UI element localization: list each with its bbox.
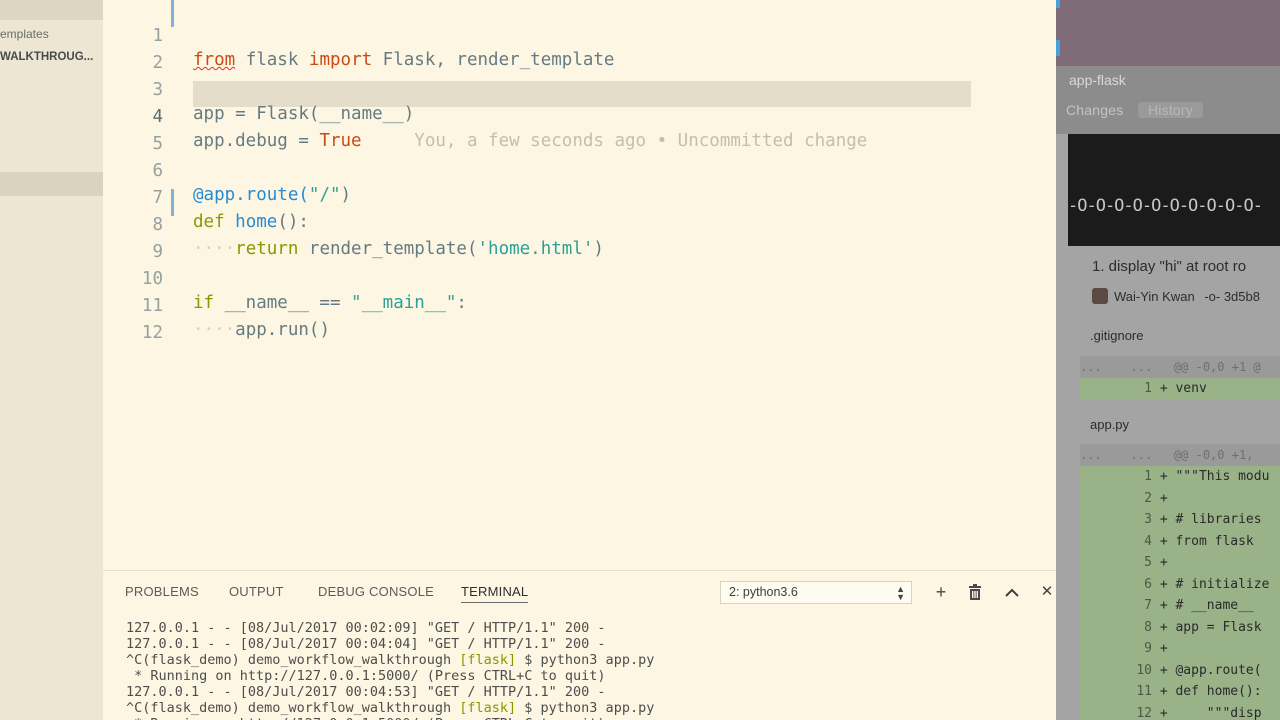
git-panel-header: app-flask Changes History (1056, 66, 1280, 134)
diff-line: 9 + (1080, 638, 1280, 660)
commit-graph-nodes: -O-O-O-O-O-O-O-O-O-O- (1068, 196, 1263, 216)
bottom-panel: PROBLEMS OUTPUT DEBUG CONSOLE TERMINAL 2… (103, 570, 1070, 720)
diff-line: 3 + # libraries (1080, 509, 1280, 531)
code-line-11: 11 ····app.run() (103, 270, 1055, 340)
diff-hunk-header: ... ... @@ -0,0 +1, (1080, 444, 1280, 466)
terminal-line: 127.0.0.1 - - [08/Jul/2017 00:02:09] "GE… (126, 620, 606, 636)
terminal-line: ^C(flask_demo) demo_workflow_walkthrough… (126, 652, 655, 668)
diff-line: 10 + @app.route( (1080, 659, 1280, 681)
terminal-output[interactable]: 127.0.0.1 - - [08/Jul/2017 00:02:09] "GE… (126, 620, 1056, 720)
diff-line: 8 + app = Flask (1080, 616, 1280, 638)
terminal-line: 127.0.0.1 - - [08/Jul/2017 00:04:53] "GE… (126, 684, 606, 700)
tab-terminal[interactable]: TERMINAL (461, 584, 529, 603)
sidebar-selected-item[interactable] (0, 172, 103, 196)
maximize-panel-icon[interactable] (1001, 581, 1023, 603)
terminal-select-value: 2: python3.6 (729, 585, 798, 599)
terminal-line: * Running on http://127.0.0.1:5000/ (Pre… (126, 668, 606, 684)
code-line-1: 1 from flask import Flask, render_templa… (103, 0, 1055, 70)
repo-name: app-flask (1069, 72, 1126, 88)
diff-file-gitignore[interactable]: .gitignore (1090, 328, 1143, 343)
sidebar-header (0, 0, 103, 20)
code-line-7: 7 def home(): (103, 162, 1055, 232)
scroll-marker (1056, 40, 1060, 56)
terminal-line: ^C(flask_demo) demo_workflow_walkthrough… (126, 700, 655, 716)
git-panel-top (1056, 0, 1280, 66)
diff-line: 12 + """disp (1080, 702, 1280, 720)
tab-debug-console[interactable]: DEBUG CONSOLE (318, 584, 434, 599)
tab-problems[interactable]: PROBLEMS (125, 584, 199, 599)
trash-icon-glyph (969, 584, 981, 600)
panel-tabs: PROBLEMS OUTPUT DEBUG CONSOLE TERMINAL 2… (103, 571, 1070, 611)
commit-sha: -o- 3d5b8 (1204, 289, 1260, 304)
tab-changes[interactable]: Changes (1066, 102, 1123, 118)
git-history-panel: app-flask Changes History -O-O-O-O-O-O-O… (1056, 0, 1280, 720)
terminal-line: * Running on http://127.0.0.1:5000/ (Pre… (126, 716, 1056, 720)
code-line-6: 6 @app.route("/") (103, 135, 1055, 205)
diff-line: 6 + # initialize (1080, 573, 1280, 595)
diff-line: 4 + from flask (1080, 530, 1280, 552)
scroll-marker (1056, 0, 1060, 8)
diff-file-app-py[interactable]: app.py (1090, 417, 1129, 432)
code-line-3: 3 app = Flask(__name__) (103, 54, 1055, 124)
commit-author: Wai-Yin Kwan -o- 3d5b8 (1092, 288, 1260, 304)
vscode-window: emplates WALKTHROUG... 1 from flask impo… (0, 0, 1280, 720)
add-terminal-icon[interactable]: + (930, 581, 952, 603)
code-line-5: 5 (103, 108, 1055, 154)
commit-graph[interactable]: -O-O-O-O-O-O-O-O-O-O- (1068, 134, 1280, 246)
trash-icon[interactable] (964, 581, 986, 603)
commit-title: 1. display "hi" at root ro (1092, 258, 1247, 275)
sidebar-item-walkthrough[interactable]: WALKTHROUG... (0, 51, 93, 63)
code-editor[interactable]: 1 from flask import Flask, render_templa… (103, 0, 1055, 570)
author-name: Wai-Yin Kwan (1114, 289, 1195, 304)
code-line-10: 10 if __name__ == "__main__": (103, 243, 1055, 313)
diff-line: 7 + # __name__ (1080, 595, 1280, 617)
avatar (1092, 288, 1108, 304)
diff-line: 1 + """This modu (1080, 466, 1280, 488)
chevron-updown-icon: ▲ ▼ (896, 584, 905, 602)
tab-output[interactable]: OUTPUT (229, 584, 284, 599)
code-line-4: 4 app.debug = True You, a few seconds ag… (103, 81, 1055, 151)
diff-line: 1 + venv (1080, 378, 1280, 400)
line-number: 12 (141, 323, 163, 343)
diff-line: 5 + (1080, 552, 1280, 574)
diff-line: 11 + def home(): (1080, 681, 1280, 703)
close-panel-icon[interactable]: ✕ (1036, 581, 1058, 603)
code-line-9: 9 (103, 216, 1055, 262)
tab-history[interactable]: History (1138, 102, 1203, 118)
terminal-line: 127.0.0.1 - - [08/Jul/2017 00:04:04] "GE… (126, 636, 606, 652)
explorer-sidebar: emplates WALKTHROUG... (0, 0, 103, 720)
diff-line: 2 + (1080, 487, 1280, 509)
terminal-select[interactable]: 2: python3.6 ▲ ▼ (720, 581, 912, 604)
sidebar-item-templates[interactable]: emplates (0, 27, 49, 41)
code-line-12: 12 (103, 297, 1055, 343)
code-line-8: 8 ····return render_template('home.html'… (103, 189, 1055, 259)
chevron-up-icon (1005, 588, 1019, 597)
diff-hunk-header: ... ... @@ -0,0 +1 @ (1080, 356, 1280, 378)
code-line-2: 2 (103, 27, 1055, 73)
